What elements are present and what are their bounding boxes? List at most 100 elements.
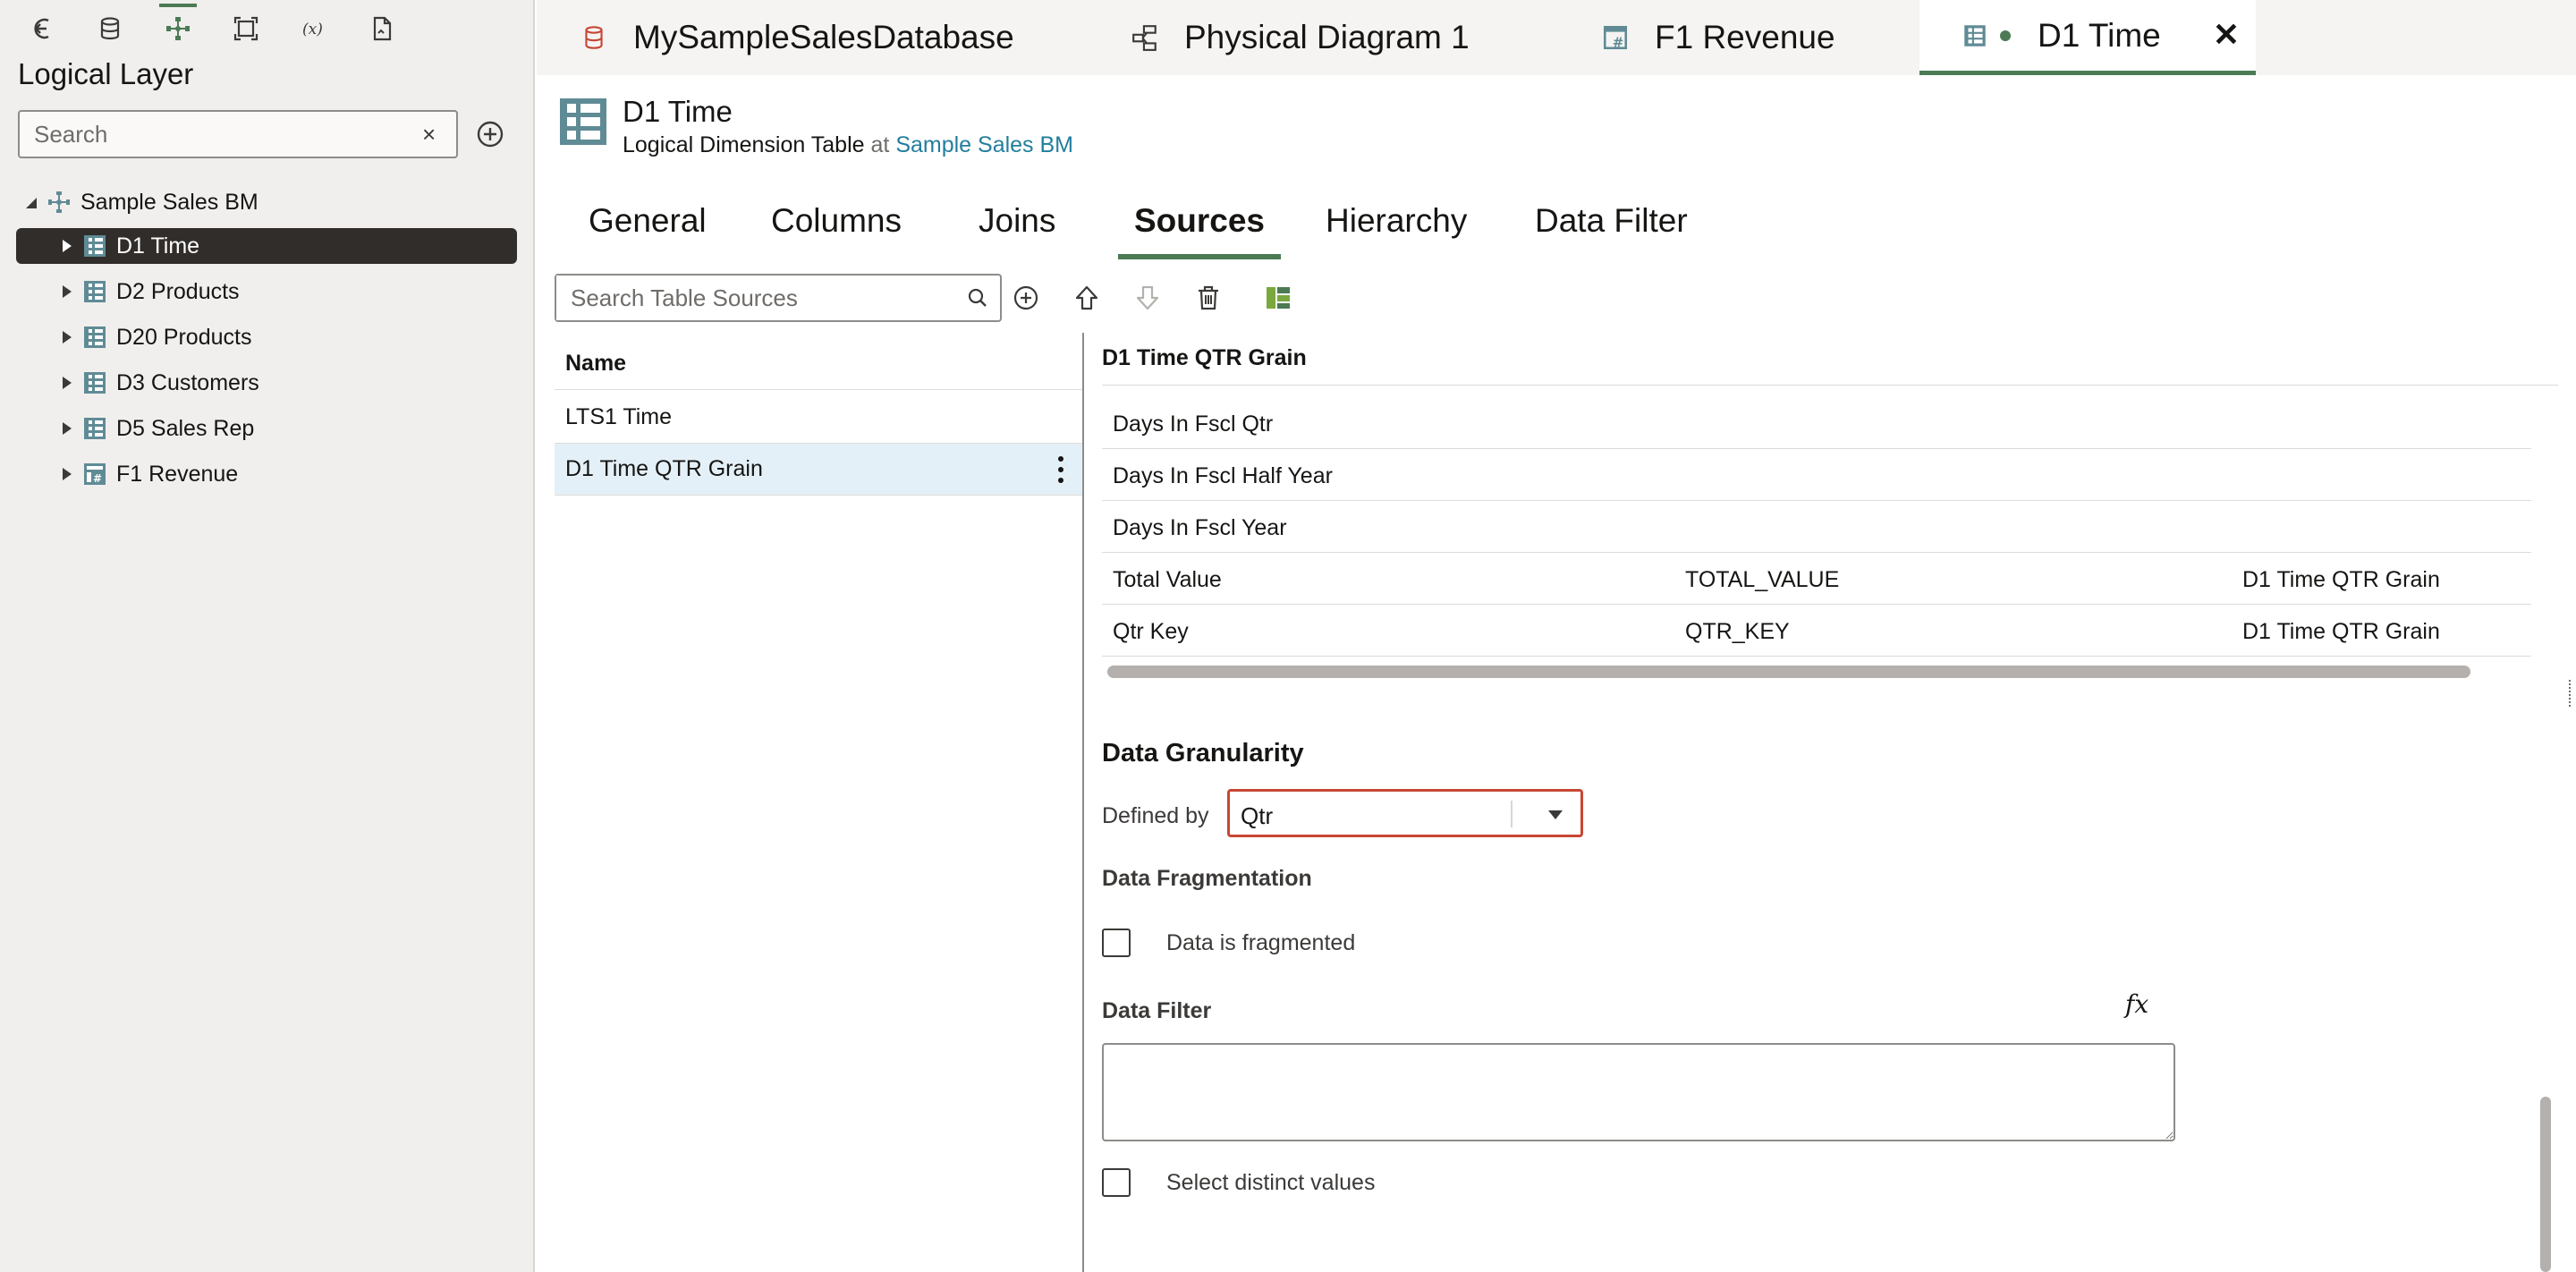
tab-bar: MySampleSalesDatabase Physical Diagram 1… (537, 0, 2576, 75)
expression-builder-icon[interactable]: fx (2125, 989, 2148, 1019)
close-tab-icon[interactable]: ✕ (2213, 16, 2240, 54)
business-model-icon (45, 188, 73, 216)
defined-by-select[interactable]: Qtr (1227, 789, 1583, 837)
tab-physical-diagram-1[interactable]: Physical Diagram 1 (1127, 0, 1470, 75)
source-row-d1-time-qtr-grain[interactable]: D1 Time QTR Grain (555, 444, 1082, 496)
add-icon (1013, 285, 1038, 310)
tab-label: D1 Time (2038, 16, 2161, 54)
tab-hierarchy[interactable]: Hierarchy (1326, 202, 1467, 256)
tree-item-d1-time[interactable]: D1 Time (16, 228, 517, 264)
page-title: D1 Time (623, 95, 733, 128)
logical-layer-icon[interactable] (159, 4, 197, 47)
data-filter-title: Data Filter (1102, 998, 1212, 1023)
expand-icon[interactable] (52, 323, 80, 352)
divider (1511, 801, 1513, 827)
expand-icon[interactable] (52, 369, 80, 397)
table-row[interactable]: Days In Fscl Half Year (1102, 449, 2531, 501)
tree-item-d5-sales-rep[interactable]: D5 Sales Rep (16, 411, 517, 446)
table-sources-search-input[interactable] (556, 276, 950, 320)
tree-item-d2-products[interactable]: D2 Products (16, 274, 517, 310)
parent-link[interactable]: Sample Sales BM (895, 132, 1073, 157)
physical-table: D1 Time QTR Grain (2242, 567, 2440, 592)
search-icon[interactable] (966, 286, 989, 310)
tree-item-label: F1 Revenue (116, 461, 239, 487)
data-granularity-title: Data Granularity (1102, 739, 1304, 767)
object-type: Logical Dimension Table (623, 132, 865, 157)
dimension-table-icon (80, 369, 109, 397)
logical-column: Days In Fscl Qtr (1113, 411, 1274, 437)
panel-title: Logical Layer (18, 57, 194, 90)
database-icon (576, 20, 612, 55)
tab-label: F1 Revenue (1655, 19, 1835, 55)
tree-root[interactable]: Sample Sales BM (16, 184, 517, 220)
trash-icon (1199, 285, 1218, 310)
back-icon[interactable] (25, 11, 63, 47)
horizontal-scrollbar[interactable] (1107, 666, 2470, 678)
tab-columns[interactable]: Columns (771, 202, 902, 256)
arrow-down-icon (1136, 285, 1159, 310)
table-row[interactable]: Qtr Key QTR_KEY D1 Time QTR Grain (1102, 605, 2531, 657)
logical-search-box[interactable]: × (18, 110, 458, 158)
tab-data-filter[interactable]: Data Filter (1535, 202, 1688, 256)
table-row[interactable]: Days In Fscl Year (1102, 501, 2531, 553)
move-up-button[interactable] (1068, 279, 1106, 317)
tree-item-label: D2 Products (116, 278, 240, 304)
presentation-layer-icon[interactable] (227, 11, 265, 47)
data-filter-input[interactable] (1102, 1043, 2175, 1141)
dimension-table-icon (80, 232, 109, 260)
expand-icon[interactable] (52, 460, 80, 488)
tab-d1-time[interactable]: D1 Time ✕ (1919, 0, 2256, 75)
tree-root-label: Sample Sales BM (80, 189, 258, 215)
tab-joins[interactable]: Joins (979, 202, 1055, 256)
physical-column: QTR_KEY (1685, 619, 1790, 644)
defined-by-value: Qtr (1241, 802, 1274, 829)
vertical-scrollbar[interactable] (2540, 1097, 2551, 1272)
tree-item-d20-products[interactable]: D20 Products (16, 319, 517, 355)
logical-search-input[interactable] (20, 112, 395, 157)
tree-item-label: D3 Customers (116, 369, 259, 395)
database-icon[interactable] (91, 11, 129, 47)
clear-icon[interactable]: × (422, 123, 444, 146)
tab-mysamplesalesdatabase[interactable]: MySampleSalesDatabase (576, 0, 1014, 75)
document-icon[interactable] (363, 11, 401, 47)
resize-handle[interactable] (2569, 680, 2574, 707)
svg-text:(x): (x) (302, 21, 323, 38)
fact-table-icon: # (80, 460, 109, 488)
arrow-up-icon (1075, 285, 1098, 310)
select-distinct-checkbox[interactable] (1102, 1168, 1131, 1197)
dimension-table-icon (80, 277, 109, 306)
source-row-lts1-time[interactable]: LTS1 Time (555, 392, 1082, 444)
logical-column: Days In Fscl Half Year (1113, 463, 1333, 488)
unsaved-dot-icon (2000, 30, 2011, 41)
delete-button[interactable] (1190, 279, 1227, 317)
expand-icon[interactable] (52, 232, 80, 260)
layout-icon (1267, 287, 1290, 309)
collapse-icon[interactable] (16, 188, 45, 216)
page-subtitle: Logical Dimension Table at Sample Sales … (623, 132, 1073, 158)
layout-toggle-button[interactable] (1259, 279, 1297, 317)
table-row[interactable]: Days In Fscl Qtr (1102, 397, 2531, 449)
table-row[interactable]: Total Value TOTAL_VALUE D1 Time QTR Grai… (1102, 553, 2531, 605)
expand-icon[interactable] (52, 277, 80, 306)
variables-icon[interactable]: (x) (295, 11, 333, 47)
source-name: D1 Time QTR Grain (565, 456, 763, 481)
move-down-button[interactable] (1129, 279, 1166, 317)
svg-text:#: # (1613, 35, 1624, 51)
add-source-button[interactable] (1007, 279, 1045, 317)
logical-column: Qtr Key (1113, 619, 1189, 644)
left-panel: (x) Logical Layer × Sample Sales BM D1 T… (0, 0, 535, 1272)
more-options-icon[interactable] (1055, 454, 1066, 485)
tab-general[interactable]: General (589, 202, 707, 256)
chevron-down-icon[interactable] (1546, 808, 1564, 822)
physical-table: D1 Time QTR Grain (2242, 619, 2440, 644)
data-fragmented-checkbox[interactable] (1102, 929, 1131, 957)
expand-icon[interactable] (52, 414, 80, 443)
tab-sources[interactable]: Sources (1117, 202, 1282, 259)
data-fragmented-label: Data is fragmented (1166, 930, 1356, 955)
tree-item-d3-customers[interactable]: D3 Customers (16, 365, 517, 401)
tree-item-f1-revenue[interactable]: # F1 Revenue (16, 456, 517, 492)
add-icon[interactable] (472, 116, 508, 152)
tab-f1-revenue[interactable]: # F1 Revenue (1597, 0, 1835, 75)
table-sources-search[interactable] (555, 274, 1002, 322)
panel-splitter[interactable] (1082, 333, 1084, 1272)
